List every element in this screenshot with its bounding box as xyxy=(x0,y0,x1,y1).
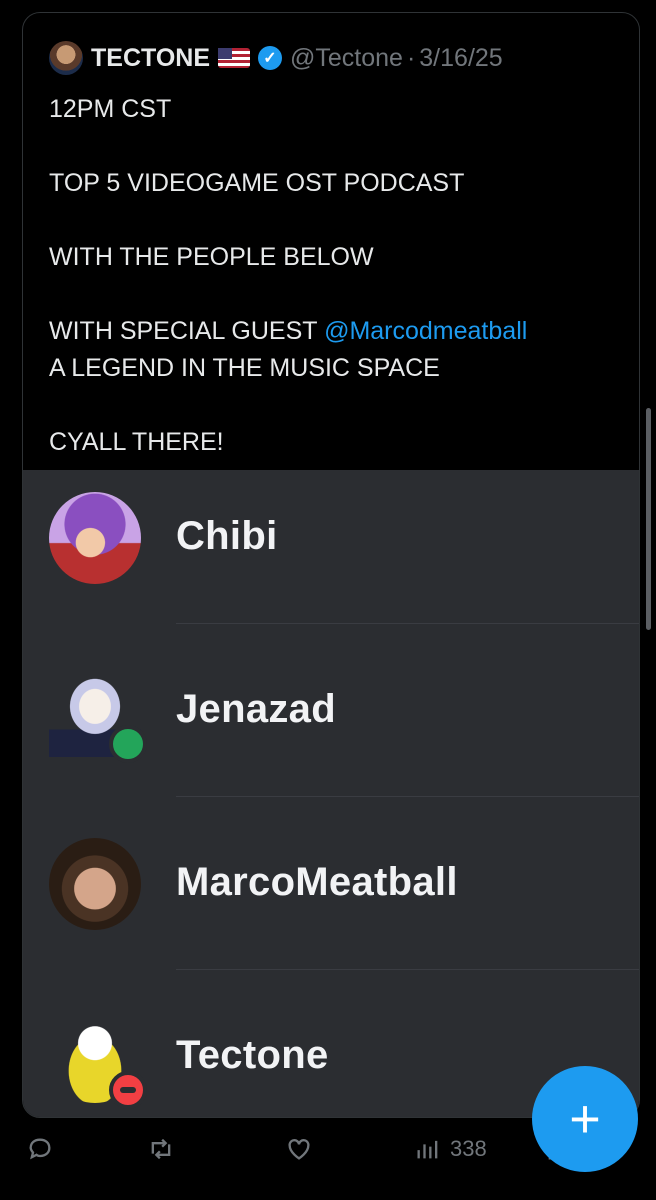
date-separator: · xyxy=(406,43,416,72)
author-handle[interactable]: @Tectone xyxy=(290,44,403,73)
member-row[interactable]: Chibi xyxy=(23,470,639,643)
tweet-line: WITH SPECIAL GUEST @Marcodmeatball xyxy=(49,313,527,350)
do-not-disturb-status-icon xyxy=(109,1071,147,1109)
author-name[interactable]: TECTONE xyxy=(91,44,210,73)
divider xyxy=(176,969,639,970)
views-icon xyxy=(417,1140,438,1159)
retweet-icon xyxy=(151,1138,171,1160)
mention-link[interactable]: @Marcodmeatball xyxy=(324,317,527,345)
tweet-card[interactable]: TECTONE ✓ @Tectone · 3/16/25 12PM CST TO… xyxy=(22,12,640,1118)
tweet-line: A LEGEND IN THE MUSIC SPACE xyxy=(49,354,440,382)
tweet-line: 12PM CST xyxy=(49,95,172,123)
member-name: MarcoMeatball xyxy=(176,860,458,904)
tweet-line xyxy=(49,128,527,165)
verified-badge-icon: ✓ xyxy=(258,46,282,70)
member-name: Tectone xyxy=(176,1033,329,1077)
tweet-line-text: WITH SPECIAL GUEST xyxy=(49,317,325,345)
avatar xyxy=(49,838,141,930)
avatar xyxy=(49,492,141,584)
reply-icon xyxy=(29,1138,51,1160)
tweet-line xyxy=(49,202,527,239)
member-row[interactable]: MarcoMeatball xyxy=(23,816,639,989)
online-status-icon xyxy=(109,725,147,763)
divider xyxy=(176,796,639,797)
member-name: Jenazad xyxy=(176,687,336,731)
author-avatar[interactable] xyxy=(49,41,83,75)
retweet-button[interactable] xyxy=(146,1126,176,1172)
compose-button[interactable]: + xyxy=(532,1066,638,1172)
tweet-line: WITH THE PEOPLE BELOW xyxy=(49,243,374,271)
like-icon xyxy=(288,1139,310,1160)
us-flag-icon xyxy=(218,48,250,68)
tweet-header: TECTONE ✓ @Tectone · 3/16/25 xyxy=(49,41,503,75)
tweet-date[interactable]: 3/16/25 xyxy=(419,44,502,73)
member-row[interactable]: Jenazad xyxy=(23,643,639,816)
tweet-line: TOP 5 VIDEOGAME OST PODCAST xyxy=(49,169,465,197)
scrollbar[interactable] xyxy=(646,408,651,630)
member-name: Chibi xyxy=(176,514,278,558)
views-button[interactable]: 338 xyxy=(414,1126,487,1172)
divider xyxy=(176,623,639,624)
views-count: 338 xyxy=(450,1136,487,1161)
tweet-line xyxy=(49,387,527,424)
discord-member-list: Chibi Jenazad MarcoMeatball Tectone xyxy=(23,470,639,1117)
tweet-line xyxy=(49,276,527,313)
tweet-line: CYALL THERE! xyxy=(49,428,224,456)
tweet-text: 12PM CST TOP 5 VIDEOGAME OST PODCAST WIT… xyxy=(49,91,527,461)
like-button[interactable] xyxy=(284,1126,314,1172)
reply-button[interactable] xyxy=(26,1126,54,1172)
